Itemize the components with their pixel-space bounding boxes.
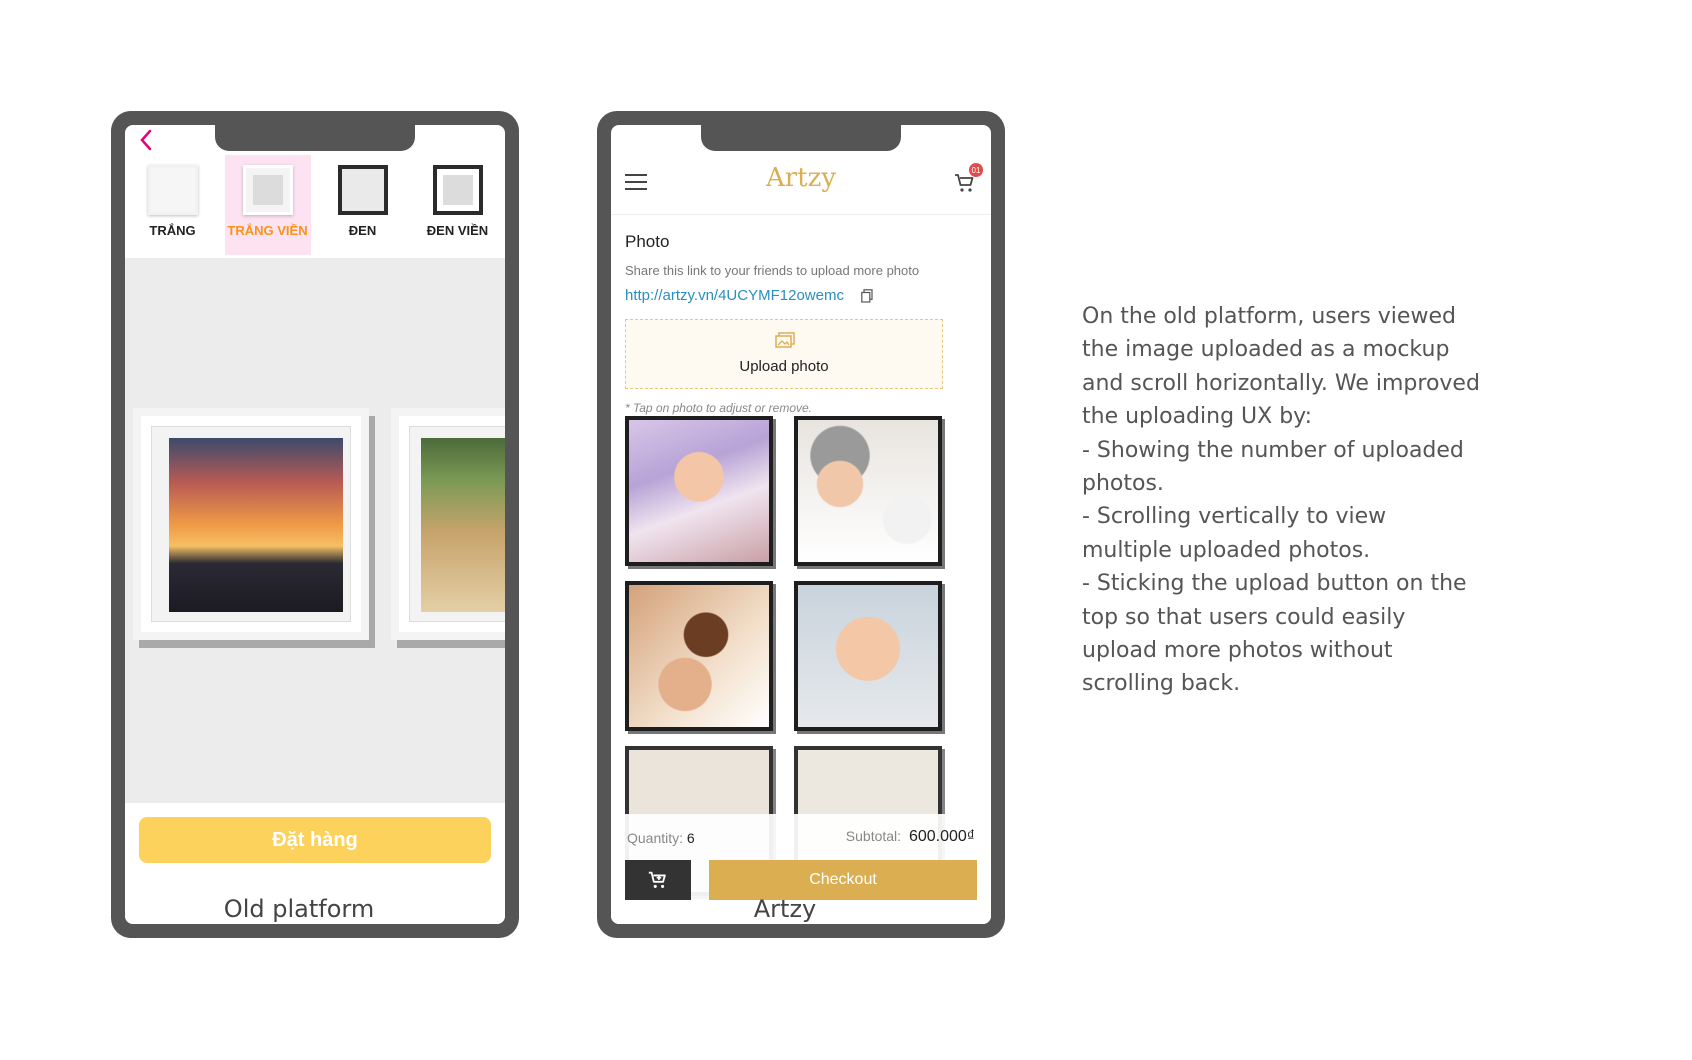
sunset-photo: [169, 438, 343, 612]
frame-black-thumbnail: [337, 165, 388, 215]
uploaded-photo[interactable]: [625, 416, 773, 566]
frame-white-mat-thumbnail: [242, 165, 293, 215]
frame-style-options: TRẮNG TRẮNG VIỀN ĐEN ĐEN VIỀN: [125, 155, 505, 255]
share-link[interactable]: http://artzy.vn/4UCYMF12owemc: [625, 287, 844, 304]
subtotal: Subtotal: 600.000₫: [846, 828, 975, 846]
frame-option-label: ĐEN VIỀN: [426, 223, 489, 238]
cart-button[interactable]: 01: [953, 163, 983, 195]
mockup-carousel[interactable]: [125, 258, 505, 803]
old-platform-caption: Old platform: [223, 895, 375, 923]
artzy-caption: Artzy: [753, 895, 817, 923]
frame-option-white[interactable]: TRẮNG: [130, 155, 216, 255]
quantity: Quantity: 6: [627, 830, 695, 846]
upload-photo-button[interactable]: Upload photo: [625, 319, 943, 389]
artzy-phone: Artzy 01 Photo Share this link to your f…: [597, 111, 1005, 938]
back-chevron-icon[interactable]: [135, 127, 161, 153]
description-point: - Showing the number of uploaded photos.: [1082, 437, 1464, 497]
add-to-cart-icon: [648, 871, 666, 888]
description-intro: On the old platform, users viewed the im…: [1082, 304, 1480, 430]
cart-count-badge: 01: [969, 163, 983, 177]
quantity-label: Quantity:: [627, 830, 684, 846]
street-photo: [421, 438, 505, 612]
improvement-description: On the old platform, users viewed the im…: [1082, 300, 1482, 701]
old-platform-phone: TRẮNG TRẮNG VIỀN ĐEN ĐEN VIỀN Đặt hàng: [111, 111, 519, 938]
description-point: - Sticking the upload button on the top …: [1082, 571, 1467, 697]
frame-white-thumbnail: [147, 165, 198, 215]
quantity-value: 6: [686, 830, 695, 846]
framed-photo-mockup[interactable]: [391, 408, 505, 640]
framed-photo-mockup[interactable]: [133, 408, 369, 640]
add-to-cart-button[interactable]: [625, 860, 691, 900]
old-platform-screen: TRẮNG TRẮNG VIỀN ĐEN ĐEN VIỀN Đặt hàng: [125, 125, 505, 924]
frame-option-label: TRẮNG: [149, 223, 196, 238]
subtotal-value: 600.000₫: [908, 828, 975, 845]
phone-notch: [215, 125, 415, 151]
app-header: Artzy 01: [611, 151, 991, 215]
copy-icon[interactable]: [861, 289, 873, 303]
checkout-button[interactable]: Checkout: [709, 860, 977, 900]
phone-notch: [701, 125, 901, 151]
frame-option-black[interactable]: ĐEN: [320, 155, 406, 255]
description-point: - Scrolling vertically to view multiple …: [1082, 504, 1387, 563]
upload-photo-label: Upload photo: [739, 358, 829, 375]
frame-black-mat-thumbnail: [432, 165, 483, 215]
uploaded-photo[interactable]: [794, 581, 942, 731]
tap-hint: * Tap on photo to adjust or remove.: [625, 401, 813, 415]
uploaded-photo[interactable]: [794, 416, 942, 566]
order-button[interactable]: Đặt hàng: [139, 817, 491, 863]
frame-option-white-mat[interactable]: TRẮNG VIỀN: [224, 155, 311, 255]
artzy-screen: Artzy 01 Photo Share this link to your f…: [611, 125, 991, 924]
image-upload-icon: [775, 332, 795, 348]
frame-option-label: ĐEN: [348, 223, 377, 238]
artzy-logo[interactable]: Artzy: [611, 163, 991, 193]
frame-option-black-mat[interactable]: ĐEN VIỀN: [415, 155, 501, 255]
share-instructions: Share this link to your friends to uploa…: [625, 263, 920, 278]
uploaded-photo[interactable]: [625, 581, 773, 731]
subtotal-label: Subtotal:: [845, 828, 902, 844]
frame-option-label: TRẮNG VIỀN: [227, 223, 308, 238]
section-title: Photo: [625, 232, 670, 251]
